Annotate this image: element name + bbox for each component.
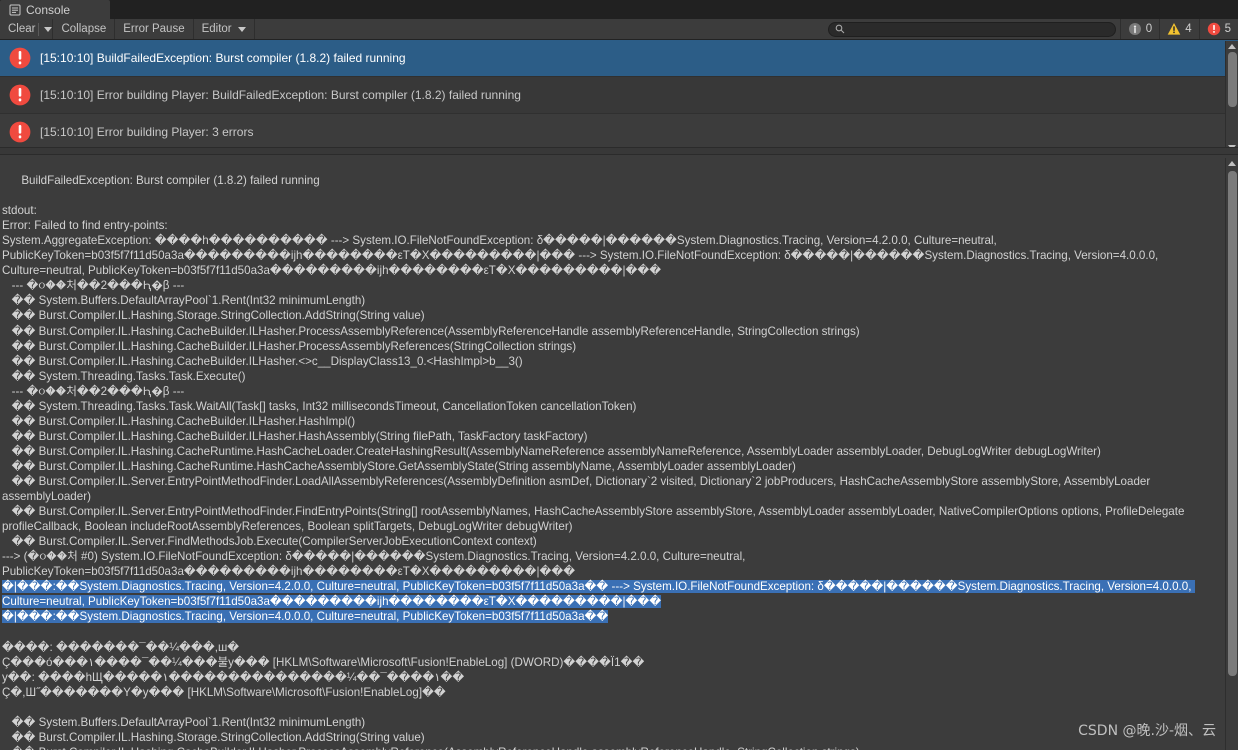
tab-console[interactable]: Console xyxy=(0,0,110,19)
chevron-up-icon xyxy=(1228,44,1236,49)
message-text: [15:10:10] BuildFailedException: Burst c… xyxy=(40,51,406,65)
scroll-up-button[interactable] xyxy=(1226,158,1238,169)
table-row[interactable]: [15:10:10] BuildFailedException: Burst c… xyxy=(0,40,1238,77)
clear-button-label: Clear xyxy=(8,23,36,35)
warning-count-value: 4 xyxy=(1185,23,1192,35)
error-count-value: 5 xyxy=(1224,23,1231,35)
scroll-track[interactable] xyxy=(1226,52,1238,142)
message-list[interactable]: [15:10:10] BuildFailedException: Burst c… xyxy=(0,40,1238,150)
detail-pane[interactable]: BuildFailedException: Burst compiler (1.… xyxy=(0,155,1238,750)
chevron-down-icon xyxy=(43,26,52,32)
collapse-toggle-label: Collapse xyxy=(61,23,107,35)
warning-count-toggle[interactable]: 4 xyxy=(1159,19,1199,39)
console-toolbar: Clear Collapse Error Pause Editor 0 4 5 xyxy=(0,19,1238,40)
message-text: [15:10:10] Error building Player: 3 erro… xyxy=(40,125,254,139)
detail-pane-scrollbar[interactable] xyxy=(1225,158,1238,750)
chevron-down-icon xyxy=(237,26,246,32)
collapse-toggle[interactable]: Collapse xyxy=(53,19,116,39)
log-count-toggle[interactable]: 0 xyxy=(1119,19,1160,39)
toolbar-divider xyxy=(37,22,39,36)
table-row[interactable]: [15:10:10] Error building Player: BuildF… xyxy=(0,77,1238,114)
scroll-thumb[interactable] xyxy=(1228,171,1237,676)
error-pause-toggle-label: Error Pause xyxy=(123,23,185,35)
stack-trace-part-2: ����: �������¯��¼���,ш� Ç���ó���١����¯��… xyxy=(2,640,860,750)
table-row[interactable]: [15:10:10] Error building Player: 3 erro… xyxy=(0,114,1238,150)
scroll-track[interactable] xyxy=(1226,169,1238,739)
clear-dropdown-button[interactable] xyxy=(37,19,54,39)
editor-dropdown-label: Editor xyxy=(201,23,232,35)
clear-button[interactable]: Clear xyxy=(0,19,38,39)
tab-console-label: Console xyxy=(26,2,71,17)
info-log-icon xyxy=(1128,22,1142,36)
message-list-scrollbar[interactable] xyxy=(1225,41,1238,154)
scroll-up-button[interactable] xyxy=(1226,41,1238,52)
search-icon xyxy=(835,24,845,34)
error-circle-icon xyxy=(8,120,32,144)
log-count-value: 0 xyxy=(1145,23,1153,35)
message-text: [15:10:10] Error building Player: BuildF… xyxy=(40,88,521,102)
stack-trace-part-1: BuildFailedException: Burst compiler (1.… xyxy=(2,174,1185,579)
console-icon xyxy=(9,4,21,16)
error-circle-icon xyxy=(1207,22,1221,36)
error-circle-icon xyxy=(8,46,32,70)
warning-triangle-icon xyxy=(1167,22,1181,36)
console-window: Console Clear Collapse Error Pause Edito… xyxy=(0,0,1238,750)
toolbar-spacer xyxy=(254,19,828,39)
tab-strip: Console xyxy=(0,0,1238,19)
error-pause-toggle[interactable]: Error Pause xyxy=(115,19,194,39)
search-input[interactable] xyxy=(827,21,1116,37)
error-circle-icon xyxy=(8,83,32,107)
selected-text: �|���:��System.Diagnostics.Tracing, Vers… xyxy=(2,580,1195,624)
chevron-up-icon xyxy=(1228,161,1236,166)
editor-dropdown-button[interactable]: Editor xyxy=(193,19,255,39)
error-count-toggle[interactable]: 5 xyxy=(1198,19,1238,39)
scroll-thumb[interactable] xyxy=(1228,52,1237,107)
pane-splitter[interactable] xyxy=(0,147,1238,155)
stack-trace-text: BuildFailedException: Burst compiler (1.… xyxy=(2,158,1214,750)
